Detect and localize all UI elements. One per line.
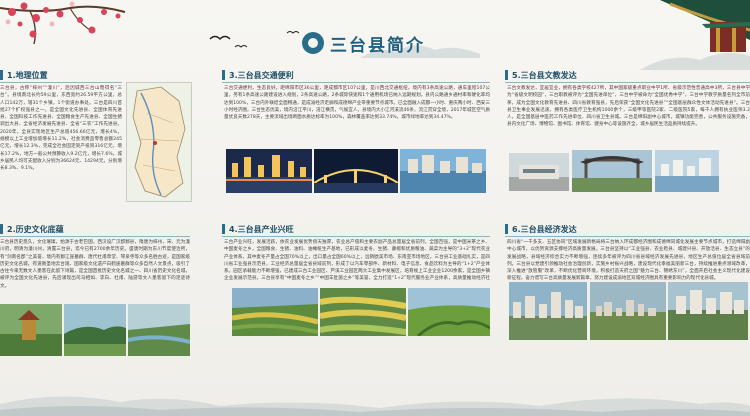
birds-decoration	[209, 31, 300, 48]
economy-photo-2	[590, 282, 666, 340]
tourism-photo-1	[509, 153, 569, 191]
section-culture-title: 2.历史文化底蕴	[7, 224, 64, 234]
section-traffic-heading: 3.三台县交通便利	[222, 68, 294, 82]
section-tourism-title: 5.三台县文教发达	[512, 70, 577, 80]
ink-landscape-decoration	[0, 396, 750, 416]
section-economy-text: 四川省“一干多支、五区协同”区域发展新格局将三台纳入环成都经济圈和成德绵同城化发…	[507, 240, 750, 282]
plum-blossom-decoration	[0, 1, 126, 45]
seal-icon	[302, 32, 324, 54]
economy-photo-1	[509, 282, 587, 340]
tourism-photo-3	[655, 150, 719, 192]
title-block: 三台县简介	[302, 30, 425, 56]
tourism-photo-2	[572, 150, 652, 192]
economy-photo-3	[668, 282, 748, 340]
industry-photo-1	[232, 288, 318, 336]
section-traffic-title: 3.三台县交通便利	[229, 70, 294, 80]
section-industry-title: 4.三台县产业兴旺	[229, 224, 294, 234]
section-tourism-text: 三台文教发达，宜居宜业，拥有各类学校427所，其中国家级重点职业中学1所、省级示…	[507, 86, 750, 128]
traffic-photo-2	[314, 149, 398, 193]
section-industry-heading: 4.三台县产业兴旺	[222, 222, 294, 236]
page-title: 三台县简介	[330, 35, 425, 56]
county-map	[126, 82, 192, 202]
section-industry-text: 三台产业兴旺，发展活跃，依农业发展优势傍天独厚，农业总产值和主要农副产品总量居全…	[224, 240, 490, 282]
section-geo-heading: 1.地理位置	[0, 68, 48, 82]
section-geo-title: 1.地理位置	[7, 70, 48, 80]
pavilion-decoration	[640, 0, 750, 70]
industry-photo-3	[408, 288, 490, 336]
culture-photo-2	[64, 304, 126, 356]
section-culture-heading: 2.历史文化底蕴	[0, 222, 64, 236]
industry-photo-2	[320, 288, 406, 336]
section-traffic-text: 三台交通便利，生态良好。距绵阳市区36公里，距成都市区107公里，是川西北交通枢…	[224, 86, 490, 121]
poster: 三台县简介 1.地理位置 三台县，古称“梓州”“潼川”，后因城西三台山而得名“三…	[0, 0, 750, 416]
section-tourism-heading: 5.三台县文教发达	[505, 68, 577, 82]
culture-photo-3	[128, 304, 190, 356]
section-culture-text: 三台县历史悠久，文化璀璨，始源于古老巴国，西汉设广汉郡郪县，隋唐为梓州，宋、元为…	[0, 240, 190, 289]
traffic-photo-1	[226, 149, 312, 193]
section-economy-heading: 6.三台县经济发达	[505, 222, 577, 236]
traffic-photo-3	[400, 149, 486, 193]
section-geo-text: 三台县，古称“梓州”“潼川”，后因城西三台山而得名“三台”。县境南北长约59公里…	[0, 86, 122, 172]
culture-photo-1	[0, 304, 62, 356]
section-economy-title: 6.三台县经济发达	[512, 224, 577, 234]
